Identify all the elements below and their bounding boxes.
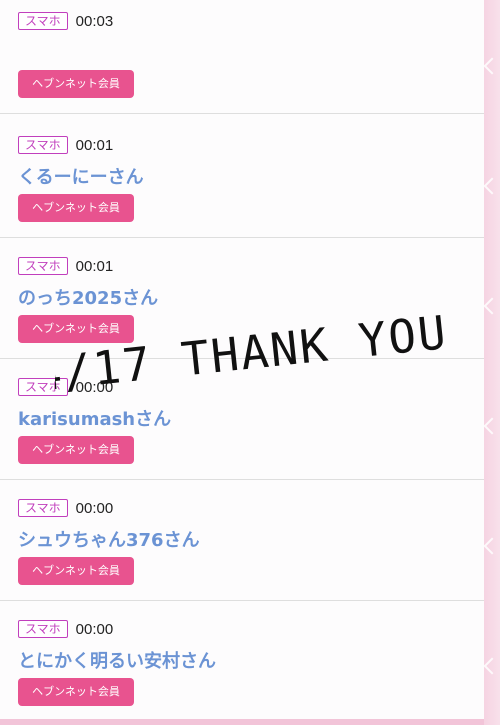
visitor-name[interactable]: とにかく明るい安村さん: [18, 647, 216, 673]
member-button[interactable]: ヘブンネット会員: [18, 557, 134, 585]
entry-meta: スマホ 00:00: [18, 376, 113, 398]
visit-time: 00:00: [75, 499, 114, 517]
chevron-left-icon: [483, 537, 500, 555]
list-item[interactable]: スマホ 00:00 karisumashさん ヘブンネット会員: [0, 360, 484, 480]
list-item[interactable]: スマホ 00:03 ヘブンネット会員: [0, 0, 484, 114]
list-item[interactable]: スマホ 00:01 のっち2025さん ヘブンネット会員: [0, 239, 484, 359]
side-decoration: [483, 0, 500, 725]
list-item[interactable]: スマホ 00:00 シュウちゃん376さん ヘブンネット会員: [0, 481, 484, 601]
chevron-left-icon: [483, 57, 500, 75]
entry-meta: スマホ 00:03: [18, 10, 113, 32]
entry-meta: スマホ 00:00: [18, 618, 113, 640]
entry-meta: スマホ 00:01: [18, 255, 113, 277]
device-badge: スマホ: [18, 620, 68, 638]
member-button[interactable]: ヘブンネット会員: [18, 315, 134, 343]
member-button[interactable]: ヘブンネット会員: [18, 436, 134, 464]
chevron-left-icon: [483, 297, 500, 315]
chevron-left-icon: [483, 417, 500, 435]
visit-time: 00:01: [75, 257, 114, 275]
chevron-left-icon: [483, 657, 500, 675]
visitor-name[interactable]: シュウちゃん376さん: [18, 526, 200, 552]
visit-time: 00:00: [75, 378, 114, 396]
entry-meta: スマホ 00:00: [18, 497, 113, 519]
list-item[interactable]: スマホ 00:00 とにかく明るい安村さん ヘブンネット会員: [0, 602, 484, 722]
member-button[interactable]: ヘブンネット会員: [18, 194, 134, 222]
device-badge: スマホ: [18, 136, 68, 154]
visit-time: 00:01: [75, 136, 114, 154]
visitor-name[interactable]: のっち2025さん: [18, 284, 158, 310]
chevron-left-icon: [483, 177, 500, 195]
list-item[interactable]: スマホ 00:01 くるーにーさん ヘブンネット会員: [0, 118, 484, 238]
visitor-list: スマホ 00:03 ヘブンネット会員 スマホ 00:01 くるーにーさん ヘブン…: [0, 0, 484, 725]
visitor-name[interactable]: karisumashさん: [18, 405, 171, 431]
member-button[interactable]: ヘブンネット会員: [18, 678, 134, 706]
bottom-bar: [0, 719, 484, 725]
device-badge: スマホ: [18, 499, 68, 517]
visit-time: 00:03: [75, 12, 114, 30]
device-badge: スマホ: [18, 378, 68, 396]
visitor-name[interactable]: くるーにーさん: [18, 163, 144, 189]
member-button[interactable]: ヘブンネット会員: [18, 70, 134, 98]
device-badge: スマホ: [18, 257, 68, 275]
entry-meta: スマホ 00:01: [18, 134, 113, 156]
visit-time: 00:00: [75, 620, 114, 638]
device-badge: スマホ: [18, 12, 68, 30]
